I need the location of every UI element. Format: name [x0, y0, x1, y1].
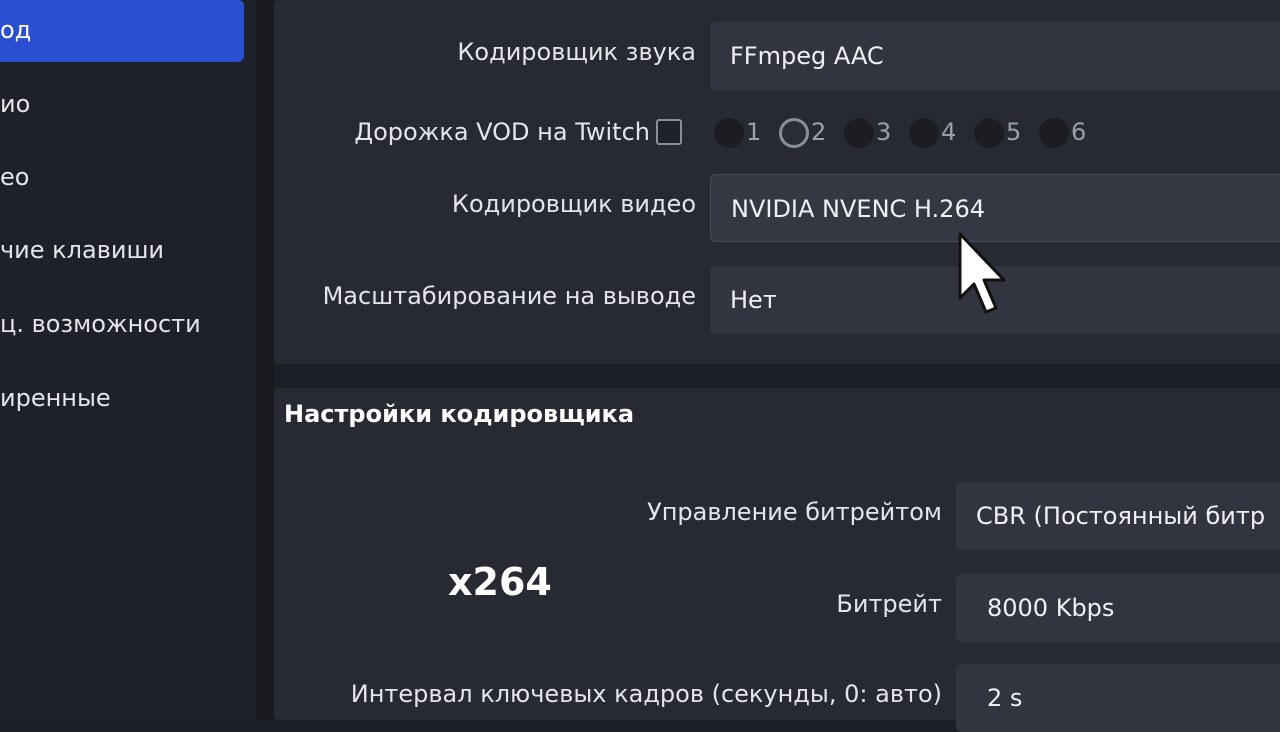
keyframe-interval-label: Интервал ключевых кадров (секунды, 0: ав…: [350, 680, 942, 708]
sidebar-item-label: ц. возможности: [0, 310, 201, 338]
sidebar-item-output[interactable]: од: [0, 0, 244, 62]
vod-track-radio-1[interactable]: [714, 118, 744, 148]
rate-control-label: Управление битрейтом: [647, 498, 942, 526]
bitrate-label: Битрейт: [836, 590, 942, 618]
audio-encoder-label: Кодировщик звука: [457, 38, 696, 66]
vod-track-label: Дорожка VOD на Twitch: [354, 118, 650, 146]
sidebar-item-audio[interactable]: ио: [0, 74, 244, 134]
overlay-caption: x264: [448, 560, 552, 604]
vod-track-radio-label: 3: [876, 118, 892, 146]
vod-track-radio-label: 1: [746, 118, 762, 146]
sidebar-item-label: од: [0, 16, 32, 44]
encoder-settings-title: Настройки кодировщика: [284, 400, 635, 428]
vod-track-radio-label: 6: [1071, 118, 1087, 146]
mouse-cursor-icon: [958, 232, 1006, 314]
settings-sidebar: од ио ео чие клавиши ц. возможности ирен…: [0, 0, 256, 720]
vod-track-radio-3[interactable]: [844, 118, 874, 148]
sidebar-divider: [256, 0, 274, 720]
sidebar-item-hotkeys[interactable]: чие клавиши: [0, 220, 244, 280]
vod-track-radio-2[interactable]: [779, 118, 809, 148]
sidebar-item-video[interactable]: ео: [0, 147, 244, 207]
sidebar-item-label: иренные: [0, 384, 111, 412]
vod-track-radio-4[interactable]: [909, 118, 939, 148]
vod-track-radio-6[interactable]: [1039, 118, 1069, 148]
video-encoder-label: Кодировщик видео: [451, 190, 696, 218]
keyframe-interval-input[interactable]: 2 s: [956, 664, 1280, 732]
vod-track-radio-label: 4: [941, 118, 957, 146]
rate-control-select[interactable]: CBR (Постоянный битр: [956, 482, 1280, 550]
vod-track-radio-label: 5: [1006, 118, 1022, 146]
audio-encoder-select[interactable]: FFmpeg AAC: [710, 22, 1280, 90]
sidebar-item-label: чие клавиши: [0, 236, 165, 264]
sidebar-item-label: ио: [0, 90, 31, 118]
sidebar-item-label: ео: [0, 163, 30, 191]
vod-track-radio-label: 2: [811, 118, 827, 146]
rescale-output-label: Масштабирование на выводе: [322, 282, 696, 310]
vod-track-radio-5[interactable]: [974, 118, 1004, 148]
sidebar-item-accessibility[interactable]: ц. возможности: [0, 294, 244, 354]
vod-track-checkbox[interactable]: [656, 119, 682, 145]
bitrate-input[interactable]: 8000 Kbps: [956, 574, 1280, 642]
sidebar-item-advanced[interactable]: иренные: [0, 368, 244, 428]
